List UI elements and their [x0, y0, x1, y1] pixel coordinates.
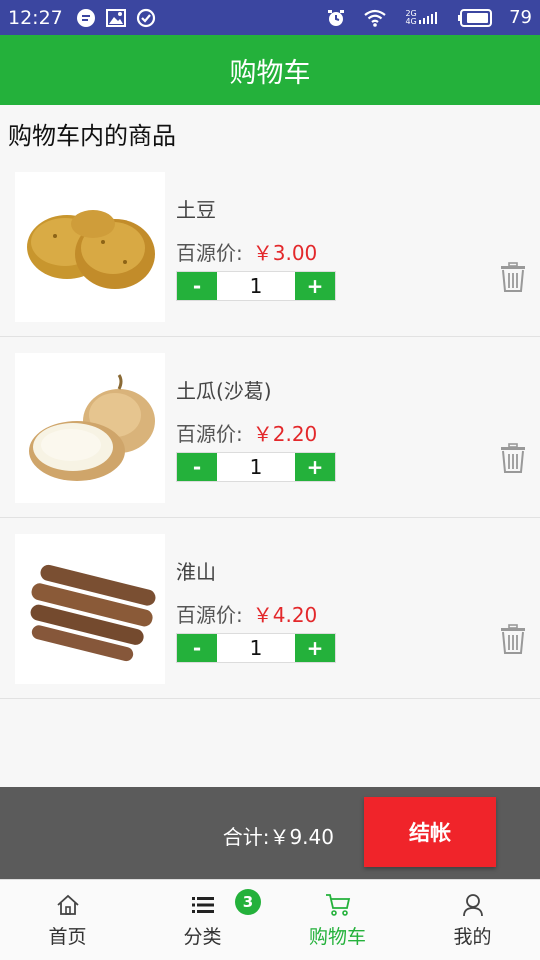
alarm-icon — [325, 8, 347, 28]
cart-total: 合计:￥9.40 — [222, 825, 334, 849]
price-row: 百源价: ￥4.20 — [176, 599, 317, 628]
cart-icon — [325, 892, 351, 918]
image-icon — [105, 8, 127, 28]
trash-icon[interactable] — [500, 624, 526, 654]
nav-item-cart[interactable]: 购物车 — [270, 880, 405, 960]
item-name[interactable]: 土豆 — [176, 194, 216, 223]
battery-percent: 79 — [509, 7, 532, 28]
decrement-button[interactable]: - — [177, 272, 217, 300]
quantity-stepper: - 1 + — [176, 271, 336, 301]
quantity-value[interactable]: 1 — [217, 634, 295, 662]
price-label: 百源价: — [176, 241, 243, 265]
nav-label: 购物车 — [308, 925, 366, 948]
checkout-button[interactable]: 结帐 — [364, 797, 496, 867]
trash-icon[interactable] — [500, 262, 526, 292]
title-bar: 购物车 — [0, 35, 540, 105]
wifi-icon — [364, 8, 386, 28]
decrement-button[interactable]: - — [177, 453, 217, 481]
price-label: 百源价: — [176, 603, 243, 627]
signal-icon: 2G 4G — [403, 8, 441, 28]
jicama-image[interactable] — [15, 353, 165, 503]
list-icon — [190, 892, 216, 918]
nav-item-me[interactable]: 我的 — [405, 880, 540, 960]
cart-item: 土瓜(沙葛) 百源价: ￥2.20 - 1 + — [0, 337, 540, 518]
nav-label: 分类 — [183, 925, 222, 948]
section-title: 购物车内的商品 — [8, 122, 176, 150]
quantity-stepper: - 1 + — [176, 633, 336, 663]
quantity-value[interactable]: 1 — [217, 453, 295, 481]
price-row: 百源价: ￥3.00 — [176, 237, 317, 266]
battery-icon — [458, 8, 493, 28]
cart-count-badge: 3 — [235, 889, 261, 915]
quantity-value[interactable]: 1 — [217, 272, 295, 300]
increment-button[interactable]: + — [295, 272, 335, 300]
price-row: 百源价: ￥2.20 — [176, 418, 317, 447]
decrement-button[interactable]: - — [177, 634, 217, 662]
item-price: ￥3.00 — [252, 241, 318, 265]
item-name[interactable]: 淮山 — [176, 556, 216, 585]
item-price: ￥4.20 — [252, 603, 318, 627]
cart-item: 土豆 百源价: ￥3.00 - 1 + — [0, 156, 540, 337]
check-circle-icon — [135, 8, 157, 28]
message-icon — [75, 8, 97, 28]
nav-label: 首页 — [48, 925, 87, 948]
status-time: 12:27 — [8, 6, 63, 29]
price-label: 百源价: — [176, 422, 243, 446]
network-label-4g: 4G — [405, 16, 417, 26]
item-price: ￥2.20 — [252, 422, 318, 446]
nav-label: 我的 — [453, 925, 492, 948]
checkout-bar: 合计:￥9.40 结帐 — [0, 787, 540, 879]
increment-button[interactable]: + — [295, 453, 335, 481]
quantity-stepper: - 1 + — [176, 452, 336, 482]
cart-item: 淮山 百源价: ￥4.20 - 1 + — [0, 518, 540, 699]
item-name[interactable]: 土瓜(沙葛) — [176, 375, 272, 404]
yam-image[interactable] — [15, 534, 165, 684]
page-title: 购物车 — [229, 57, 311, 89]
increment-button[interactable]: + — [295, 634, 335, 662]
potato-image[interactable] — [15, 172, 165, 322]
home-icon — [55, 892, 81, 918]
trash-icon[interactable] — [500, 443, 526, 473]
bottom-nav: 首页 分类 购物车 我的 3 — [0, 879, 540, 960]
status-bar: 12:27 2G 4G 79 — [0, 0, 540, 35]
nav-item-home[interactable]: 首页 — [0, 880, 135, 960]
user-icon — [460, 892, 486, 918]
cart-item-list: 土豆 百源价: ￥3.00 - 1 + 土瓜(沙葛) 百源价: ￥2.20 - … — [0, 156, 540, 699]
